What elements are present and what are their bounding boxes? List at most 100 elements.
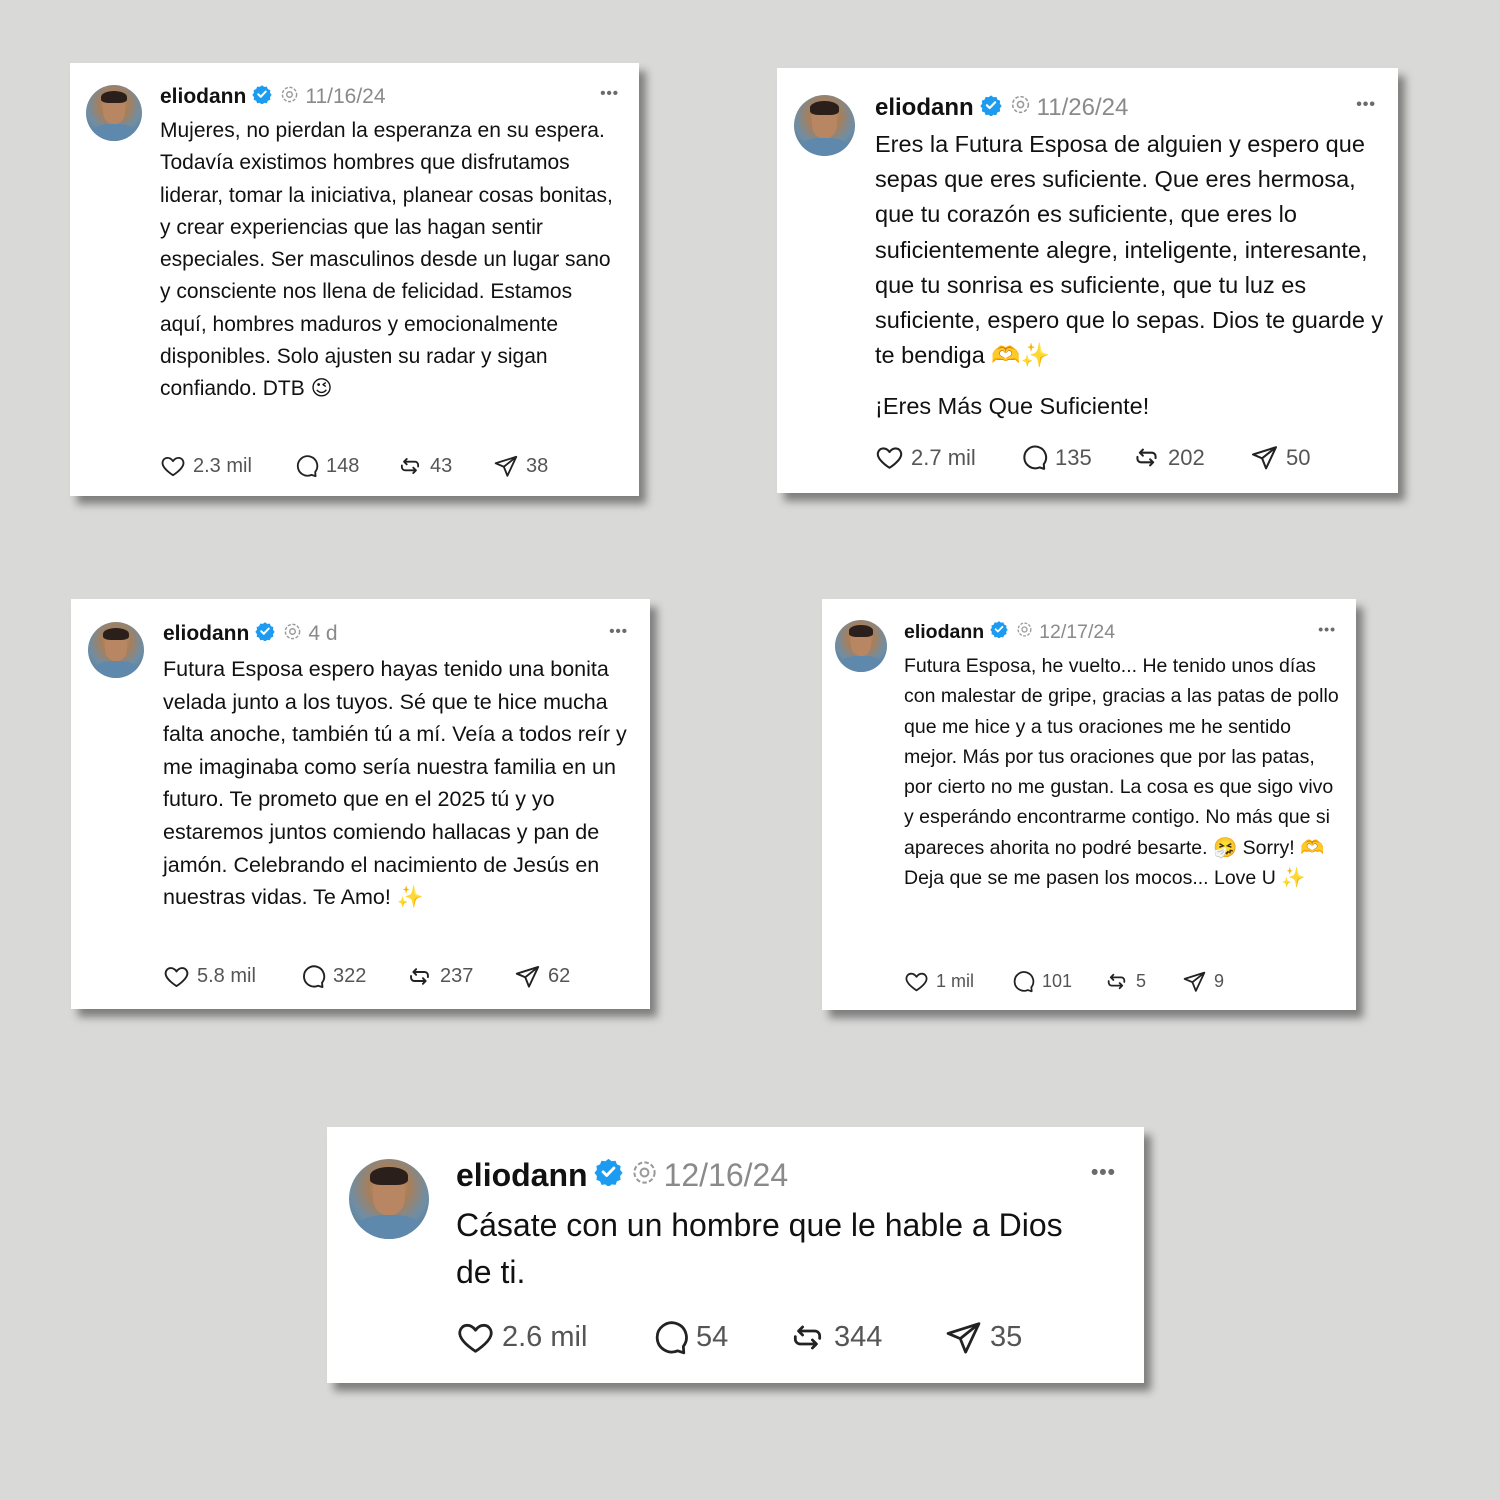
share-count: 9 — [1214, 971, 1225, 991]
post-text: Eres la Futura Esposa de alguien y esper… — [875, 131, 1384, 369]
verified-badge-icon — [252, 84, 273, 110]
reply-count: 135 — [1055, 444, 1092, 470]
post-date: 11/16/24 — [305, 85, 386, 108]
like-button[interactable]: 2.3 mil — [160, 453, 293, 479]
heart-icon — [161, 456, 185, 477]
avatar[interactable] — [88, 622, 144, 678]
share-count: 38 — [526, 454, 549, 477]
reply-count: 322 — [333, 965, 367, 987]
share-button[interactable]: 9 — [1182, 969, 1224, 994]
reply-button[interactable]: 148 — [293, 453, 397, 479]
post-card: eliodann 12/17/24 ••• Futura Esposa, he … — [822, 599, 1356, 1010]
comment-icon — [1023, 445, 1048, 470]
share-icon — [1183, 971, 1206, 992]
repost-icon — [410, 968, 429, 985]
avatar[interactable] — [86, 85, 142, 141]
avatar[interactable] — [349, 1159, 429, 1239]
post-date: 11/26/24 — [1036, 94, 1129, 121]
share-icon — [1251, 446, 1278, 470]
share-count: 62 — [548, 965, 571, 987]
post-card: eliodann 11/16/24 ••• Mujeres, no pierda… — [70, 63, 639, 496]
comment-icon — [1013, 971, 1035, 993]
heart-icon — [458, 1323, 493, 1353]
username[interactable]: eliodann — [160, 85, 246, 109]
repost-icon — [1136, 448, 1157, 467]
verified-badge-icon — [594, 1157, 623, 1194]
post-text: Mujeres, no pierdan la esperanza en su e… — [160, 119, 613, 401]
like-count: 5.8 mil — [197, 965, 256, 987]
like-button[interactable]: 5.8 mil — [163, 963, 299, 990]
threads-icon — [283, 622, 302, 647]
verified-badge-icon — [255, 621, 276, 647]
post-text: Cásate con un hombre que le hable a Dios… — [456, 1207, 1063, 1290]
comment-icon — [655, 1321, 688, 1355]
username[interactable]: eliodann — [456, 1157, 588, 1194]
post-card: eliodann 12/16/24 ••• Cásate con un homb… — [327, 1127, 1144, 1383]
repost-button[interactable]: 5 — [1104, 969, 1182, 994]
heart-icon — [876, 447, 903, 469]
more-options-icon[interactable]: ••• — [609, 623, 628, 640]
more-options-icon[interactable]: ••• — [600, 85, 619, 102]
verified-badge-icon — [980, 94, 1002, 123]
repost-button[interactable]: 237 — [406, 963, 514, 990]
threads-icon — [1010, 94, 1031, 122]
username[interactable]: eliodann — [875, 94, 974, 122]
like-count: 2.3 mil — [193, 454, 252, 477]
share-button[interactable]: 50 — [1250, 443, 1310, 472]
comment-icon — [296, 455, 319, 478]
reply-count: 101 — [1042, 971, 1073, 991]
avatar[interactable] — [794, 95, 855, 156]
post-text-closing: ¡Eres Más Que Suficiente! — [875, 393, 1150, 420]
repost-count: 202 — [1168, 444, 1205, 470]
post-card: eliodann 11/26/24 ••• Eres la Futura Esp… — [777, 68, 1398, 493]
repost-count: 5 — [1136, 971, 1147, 991]
reply-count: 54 — [696, 1321, 729, 1353]
threads-icon — [631, 1157, 658, 1194]
reply-count: 148 — [326, 454, 360, 477]
reply-button[interactable]: 135 — [1019, 443, 1132, 472]
avatar[interactable] — [835, 620, 887, 672]
more-options-icon[interactable]: ••• — [1091, 1161, 1116, 1185]
threads-icon — [280, 85, 299, 110]
repost-count: 344 — [834, 1321, 883, 1353]
repost-button[interactable]: 202 — [1132, 443, 1250, 472]
like-button[interactable]: 1 mil — [904, 969, 1010, 994]
verified-badge-icon — [990, 620, 1008, 644]
more-options-icon[interactable]: ••• — [1318, 621, 1336, 637]
share-icon — [494, 455, 518, 477]
threads-icon — [1016, 621, 1033, 644]
username[interactable]: eliodann — [163, 622, 249, 646]
repost-count: 237 — [440, 965, 474, 987]
like-count: 2.6 mil — [502, 1321, 588, 1353]
reply-button[interactable]: 101 — [1010, 969, 1104, 994]
repost-icon — [793, 1325, 822, 1350]
share-button[interactable]: 62 — [514, 963, 570, 990]
repost-count: 43 — [430, 454, 453, 477]
share-button[interactable]: 38 — [493, 453, 548, 479]
share-icon — [515, 965, 540, 988]
like-button[interactable]: 2.7 mil — [875, 443, 1019, 472]
like-count: 1 mil — [936, 971, 975, 991]
more-options-icon[interactable]: ••• — [1356, 96, 1376, 114]
comment-icon — [303, 965, 326, 989]
share-icon — [946, 1322, 981, 1354]
share-button[interactable]: 35 — [944, 1318, 1022, 1357]
heart-icon — [164, 967, 189, 988]
like-button[interactable]: 2.6 mil — [456, 1318, 650, 1357]
post-card: eliodann 4 d ••• Futura Esposa espero ha… — [71, 599, 650, 1009]
like-count: 2.7 mil — [911, 444, 976, 470]
repost-icon — [400, 458, 420, 474]
post-text: Futura Esposa espero hayas tenido una bo… — [163, 657, 627, 910]
repost-button[interactable]: 344 — [788, 1318, 944, 1357]
post-date: 12/17/24 — [1039, 620, 1116, 643]
share-count: 50 — [1286, 444, 1311, 470]
reply-button[interactable]: 54 — [650, 1318, 788, 1357]
repost-button[interactable]: 43 — [397, 453, 493, 479]
share-count: 35 — [990, 1321, 1023, 1353]
repost-icon — [1107, 973, 1126, 990]
post-text: Futura Esposa, he vuelto... He tenido un… — [904, 655, 1339, 890]
post-date: 12/16/24 — [663, 1156, 789, 1193]
heart-icon — [905, 972, 928, 992]
reply-button[interactable]: 322 — [299, 963, 406, 990]
username[interactable]: eliodann — [904, 621, 984, 644]
